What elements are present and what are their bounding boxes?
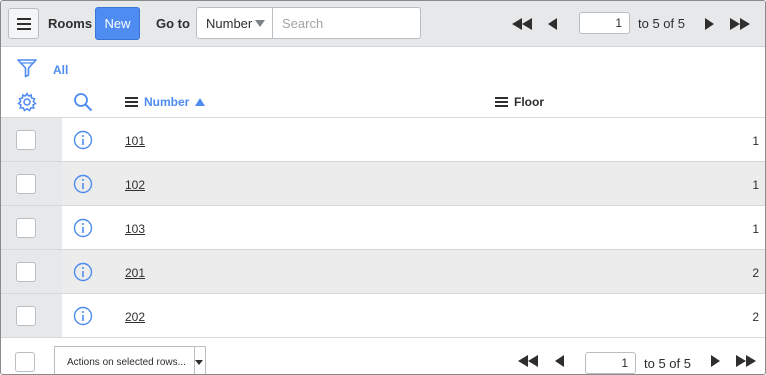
- first-page-button[interactable]: [514, 341, 542, 374]
- row-select-cell: [1, 162, 62, 205]
- gear-icon[interactable]: [17, 92, 37, 117]
- previous-page-button[interactable]: [549, 341, 569, 374]
- sort-ascending-icon: [195, 98, 206, 106]
- bottom-pager: to 5 of 5: [1, 341, 765, 374]
- last-page-button[interactable]: [732, 341, 760, 374]
- row-checkbox[interactable]: [16, 174, 36, 194]
- floor-value: 1: [752, 178, 759, 192]
- info-icon[interactable]: [73, 218, 93, 243]
- first-page-icon: [518, 355, 538, 367]
- info-icon[interactable]: [73, 262, 93, 287]
- row-select-cell: [1, 118, 62, 161]
- row-select-cell: [1, 250, 62, 293]
- record-table-body: 101 1 102 1 103 1 201 2 202 2: [1, 117, 765, 337]
- page-number-input[interactable]: [585, 352, 636, 374]
- list-view: Rooms New Go to Number to 5 of 5: [0, 0, 766, 375]
- info-icon[interactable]: [73, 306, 93, 331]
- funnel-filter-icon[interactable]: [17, 58, 37, 83]
- floor-value: 1: [752, 134, 759, 148]
- info-icon[interactable]: [73, 174, 93, 199]
- row-select-cell: [1, 294, 62, 337]
- room-number-link[interactable]: 202: [125, 310, 145, 324]
- column-header-number[interactable]: Number: [125, 95, 206, 109]
- row-select-cell: [1, 206, 62, 249]
- first-page-icon: [512, 18, 532, 30]
- page-count-label: to 5 of 5: [638, 16, 685, 31]
- last-page-icon: [736, 355, 756, 367]
- room-number-link[interactable]: 201: [125, 266, 145, 280]
- table-row: 101 1: [1, 117, 765, 161]
- column-menu-icon[interactable]: [125, 96, 138, 108]
- page-count-label: to 5 of 5: [644, 356, 691, 371]
- list-header: Rooms New Go to Number to 5 of 5: [1, 1, 765, 47]
- last-page-icon: [730, 18, 750, 30]
- previous-page-icon: [547, 18, 557, 30]
- footer-divider: [1, 337, 765, 338]
- top-pager: to 5 of 5: [1, 1, 765, 47]
- row-checkbox[interactable]: [16, 306, 36, 326]
- table-row: 103 1: [1, 205, 765, 249]
- last-page-button[interactable]: [726, 1, 754, 47]
- previous-page-button[interactable]: [542, 1, 562, 47]
- floor-value: 2: [752, 310, 759, 324]
- previous-page-icon: [554, 355, 564, 367]
- breadcrumb-all-link[interactable]: All: [53, 63, 68, 77]
- next-page-button[interactable]: [699, 1, 719, 47]
- column-menu-icon[interactable]: [495, 96, 508, 108]
- table-row: 201 2: [1, 249, 765, 293]
- magnifier-icon[interactable]: [73, 92, 93, 117]
- table-row: 202 2: [1, 293, 765, 337]
- first-page-button[interactable]: [508, 1, 536, 47]
- column-floor-label: Floor: [514, 95, 544, 109]
- next-page-icon: [704, 18, 714, 30]
- next-page-icon: [710, 355, 720, 367]
- table-row: 102 1: [1, 161, 765, 205]
- room-number-link[interactable]: 101: [125, 134, 145, 148]
- floor-value: 1: [752, 222, 759, 236]
- info-icon[interactable]: [73, 130, 93, 155]
- room-number-link[interactable]: 103: [125, 222, 145, 236]
- row-checkbox[interactable]: [16, 218, 36, 238]
- page-number-input[interactable]: [579, 12, 630, 34]
- column-header-floor[interactable]: Floor: [495, 95, 544, 109]
- row-checkbox[interactable]: [16, 262, 36, 282]
- column-number-label: Number: [144, 95, 190, 109]
- floor-value: 2: [752, 266, 759, 280]
- row-checkbox[interactable]: [16, 130, 36, 150]
- next-page-button[interactable]: [705, 341, 725, 374]
- room-number-link[interactable]: 102: [125, 178, 145, 192]
